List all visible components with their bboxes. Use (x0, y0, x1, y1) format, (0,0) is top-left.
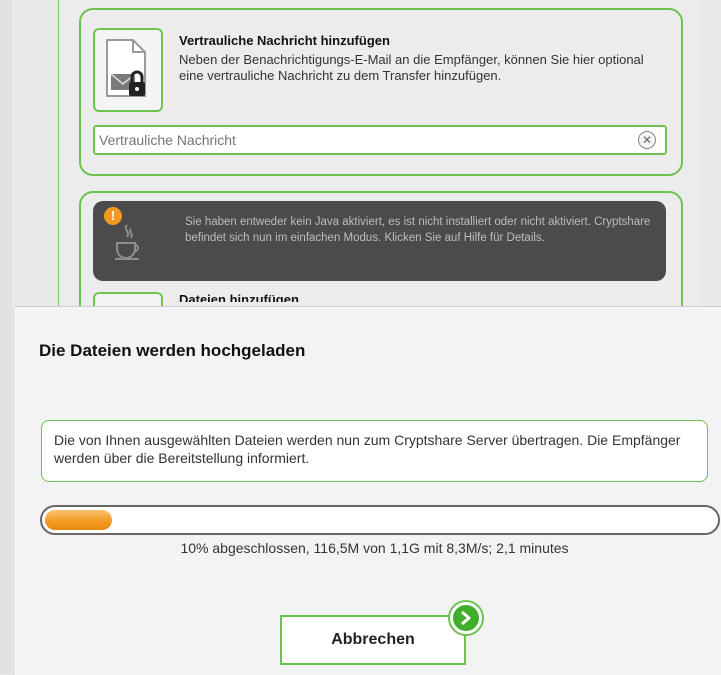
upload-progress-bar (40, 505, 720, 535)
java-warning-banner: ! Sie haben entweder kein Java aktiviert… (93, 201, 666, 281)
upload-progress-text: 10% abgeschlossen, 116,5M von 1,1G mit 8… (180, 540, 569, 556)
cancel-button[interactable]: Abbrechen (280, 615, 466, 665)
arrow-right-icon[interactable] (448, 600, 484, 636)
upload-progress-fill (45, 510, 112, 530)
upload-dialog: Die Dateien werden hochgeladen Die von I… (13, 306, 721, 675)
add-files-title: Dateien hinzufügen (179, 292, 299, 302)
arrow-right-icon-inner (453, 605, 479, 631)
confidential-message-description: Neben der Benachrichtigungs-E-Mail an di… (179, 52, 644, 83)
upload-info-box: Die von Ihnen ausgewählten Dateien werde… (41, 420, 708, 482)
dialog-title: Die Dateien werden hochgeladen (39, 341, 306, 360)
java-warning-text: Sie haben entweder kein Java aktiviert, … (185, 216, 651, 244)
confidential-message-input[interactable] (93, 125, 667, 155)
page-left-strip (0, 0, 12, 674)
java-icon (113, 221, 141, 268)
confidential-message-title: Vertrauliche Nachricht hinzufügen (179, 33, 390, 48)
envelope-lock-icon (93, 28, 163, 112)
clear-icon[interactable]: ✕ (638, 131, 656, 149)
